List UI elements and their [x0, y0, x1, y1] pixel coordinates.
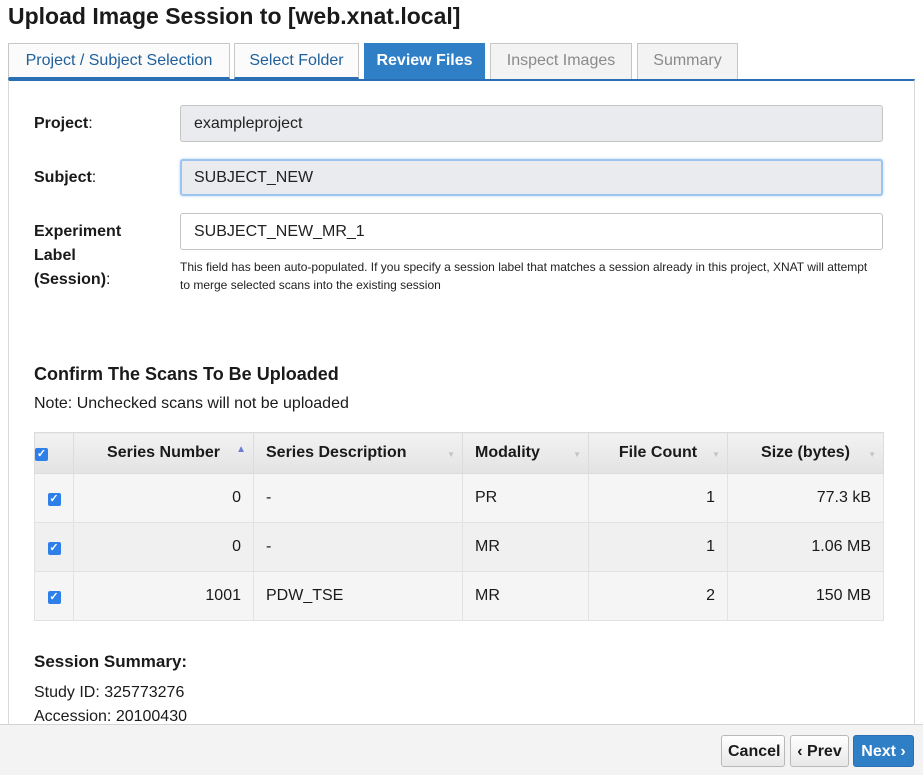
- tab-review-files[interactable]: Review Files: [364, 43, 485, 79]
- cancel-button[interactable]: Cancel: [721, 735, 785, 767]
- series-description-cell: -: [253, 522, 463, 572]
- col-file-count[interactable]: File Count ▼: [588, 432, 728, 474]
- scans-note: Note: Unchecked scans will not be upload…: [34, 395, 349, 412]
- study-id-text: Study ID: 325773276: [34, 684, 185, 701]
- subject-field[interactable]: SUBJECT_NEW: [180, 159, 883, 196]
- col-size[interactable]: Size (bytes) ▼: [727, 432, 884, 474]
- size-cell: 1.06 MB: [727, 522, 884, 572]
- page-title: Upload Image Session to [web.xnat.local]: [8, 3, 461, 29]
- prev-button[interactable]: ‹ Prev: [790, 735, 849, 767]
- sort-asc-icon: ▲: [236, 444, 246, 455]
- tab-select-folder[interactable]: Select Folder: [234, 43, 359, 79]
- sort-icon: ▼: [868, 450, 876, 459]
- scans-table: ✓ Series Number ▲ Series Description ▼ Mod…: [34, 432, 884, 621]
- chevron-left-icon: ‹: [797, 743, 808, 760]
- select-all-checkbox[interactable]: ✓: [35, 448, 48, 461]
- tab-project-subject-selection[interactable]: Project / Subject Selection: [8, 43, 230, 79]
- size-cell: 77.3 kB: [727, 473, 884, 523]
- size-cell: 150 MB: [727, 571, 884, 621]
- file-count-cell: 1: [588, 473, 728, 523]
- series-description-cell: PDW_TSE: [253, 571, 463, 621]
- series-number-cell: 0: [73, 522, 254, 572]
- sort-icon: ▼: [712, 450, 720, 459]
- series-number-cell: 1001: [73, 571, 254, 621]
- modality-cell: PR: [462, 473, 589, 523]
- wizard-footer: Cancel ‹ Prev Next ›: [0, 724, 923, 775]
- sort-icon: ▼: [447, 450, 455, 459]
- next-button[interactable]: Next ›: [853, 735, 914, 767]
- table-row: ✓ 1001 PDW_TSE MR 2 150 MB: [34, 571, 884, 621]
- session-summary-heading: Session Summary:: [34, 652, 188, 671]
- subject-label: Subject:: [34, 169, 97, 186]
- series-description-cell: -: [253, 473, 463, 523]
- experiment-label: Experiment Label (Session):: [34, 223, 122, 288]
- sort-icon: ▼: [573, 450, 581, 459]
- scans-heading: Confirm The Scans To Be Uploaded: [34, 364, 339, 384]
- wizard-tabs: Project / Subject Selection Select Folde…: [8, 43, 923, 79]
- experiment-label-input[interactable]: SUBJECT_NEW_MR_1: [180, 213, 883, 250]
- project-field: exampleproject: [180, 105, 883, 142]
- col-series-number[interactable]: Series Number ▲: [73, 432, 254, 474]
- file-count-cell: 1: [588, 522, 728, 572]
- chevron-right-icon: ›: [895, 743, 906, 760]
- project-label: Project:: [34, 115, 93, 132]
- tab-inspect-images: Inspect Images: [490, 43, 632, 79]
- modality-cell: MR: [462, 571, 589, 621]
- table-header-row: ✓ Series Number ▲ Series Description ▼ Mod…: [34, 432, 884, 474]
- row-checkbox[interactable]: ✓: [47, 542, 61, 555]
- select-all-header[interactable]: ✓: [34, 432, 74, 474]
- experiment-help-text: This field has been auto-populated. If y…: [180, 260, 868, 292]
- table-row: ✓ 0 - PR 1 77.3 kB: [34, 473, 884, 523]
- col-series-description[interactable]: Series Description ▼: [253, 432, 463, 474]
- row-checkbox[interactable]: ✓: [47, 493, 61, 506]
- series-number-cell: 0: [73, 473, 254, 523]
- row-checkbox[interactable]: ✓: [47, 591, 61, 604]
- tab-summary: Summary: [637, 43, 738, 79]
- file-count-cell: 2: [588, 571, 728, 621]
- table-row: ✓ 0 - MR 1 1.06 MB: [34, 522, 884, 572]
- modality-cell: MR: [462, 522, 589, 572]
- col-modality[interactable]: Modality ▼: [462, 432, 589, 474]
